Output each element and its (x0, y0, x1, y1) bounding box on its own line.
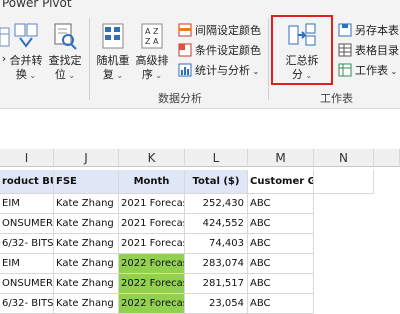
svg-text:A Z: A Z (145, 27, 159, 36)
column-header-l[interactable]: L (185, 149, 248, 167)
table-cell-highlighted[interactable]: 2022 Forecast (119, 274, 185, 294)
column-header-i[interactable]: I (0, 149, 54, 167)
stats-analysis-button[interactable]: 统计与分析 ⌄ (178, 62, 259, 80)
table-cell-highlighted[interactable]: 2022 Forecast (119, 254, 185, 274)
table-cell[interactable]: ABC (248, 194, 314, 214)
ribbon: Power Pivot › 合并转 换 ⌄ 查找定 位 ⌄ 随机重 复 ⌄ A … (0, 0, 400, 109)
grid-condition-icon (178, 43, 192, 57)
table-cell[interactable]: ABC (248, 274, 314, 294)
table-directory-button[interactable]: 表格目录 (338, 42, 399, 60)
table-cell[interactable]: ONSUMER M (0, 274, 54, 294)
table-cell[interactable]: Kate Zhang (54, 214, 119, 234)
table-cell[interactable]: EIM (0, 254, 54, 274)
chevron-down-icon: ⌄ (65, 71, 76, 80)
table-cell[interactable]: Kate Zhang (54, 194, 119, 214)
table-cell[interactable]: 252,430 (185, 194, 248, 214)
find-locate-icon (54, 23, 77, 50)
table-cell[interactable]: 283,074 (185, 254, 248, 274)
chevron-down-icon: ⌄ (113, 71, 124, 80)
header-cell-customer-group[interactable]: Customer Group (248, 170, 314, 194)
chevron-down-icon: ⌄ (152, 71, 163, 80)
group-label-data-analysis: 数据分析 (158, 92, 202, 105)
chevron-down-icon: ⌄ (388, 67, 398, 76)
table-cell[interactable]: ABC (248, 214, 314, 234)
stats-icon (178, 63, 192, 77)
merge-convert-button[interactable]: 合并转 换 ⌄ (8, 22, 44, 83)
highlight-box (271, 15, 333, 85)
menu-tab-power-pivot[interactable]: Power Pivot (2, 0, 72, 10)
column-header-j[interactable]: J (54, 149, 119, 167)
table-cell[interactable]: 2021 Forecast (119, 214, 185, 234)
table-cell[interactable]: ABC (248, 254, 314, 274)
table-cell[interactable]: ABC (248, 234, 314, 254)
table-cell[interactable]: 281,517 (185, 274, 248, 294)
column-header-extra (374, 149, 400, 167)
merge-convert-icon (14, 23, 38, 48)
column-header-k[interactable]: K (119, 149, 185, 167)
save-sheet-icon (338, 23, 352, 37)
condition-color-button[interactable]: 条件设定颜色 (178, 42, 261, 60)
table-directory-icon (338, 43, 352, 57)
group-label-worksheet: 工作表 (320, 92, 353, 105)
table-cell-highlighted[interactable]: 2022 Forecast (119, 294, 185, 314)
table-cell[interactable]: Kate Zhang (54, 294, 119, 314)
save-sheet-button[interactable]: 另存本表 (338, 22, 399, 40)
header-cell-fse[interactable]: FSE (54, 170, 119, 194)
table-cell[interactable]: 424,552 (185, 214, 248, 234)
sort-az-icon: A Z Z A (141, 23, 163, 49)
table-cell[interactable]: EIM (0, 194, 54, 214)
header-cell-total[interactable]: Total ($) (185, 170, 248, 194)
table-cell[interactable]: ONSUMER M (0, 214, 54, 234)
worksheet-icon (338, 63, 352, 77)
svg-text:Z A: Z A (145, 37, 159, 46)
table-cell[interactable]: Kate Zhang (54, 254, 119, 274)
chevron-down-icon: ⌄ (26, 71, 37, 80)
empty-cell[interactable] (314, 170, 374, 194)
table-cell[interactable]: Kate Zhang (54, 234, 119, 254)
partial-button-label: › (1, 52, 7, 65)
table-cell[interactable]: ABC (248, 294, 314, 314)
table-cell[interactable]: 6/32- BITS M (0, 234, 54, 254)
formula-area (0, 109, 400, 149)
find-locate-button[interactable]: 查找定 位 ⌄ (46, 22, 84, 83)
chevron-down-icon: ⌄ (250, 67, 260, 76)
group-separator (89, 18, 90, 100)
random-repeat-icon (102, 23, 124, 49)
table-cell[interactable]: 74,403 (185, 234, 248, 254)
table-cell[interactable]: 6/32- BITS M (0, 294, 54, 314)
worksheet-button[interactable]: 工作表 ⌄ (338, 62, 397, 80)
column-header-n[interactable]: N (314, 149, 374, 167)
table-cell[interactable]: 23,054 (185, 294, 248, 314)
table-cell[interactable]: 2021 Forecast (119, 234, 185, 254)
interval-color-button[interactable]: 间隔设定颜色 (178, 22, 261, 40)
table-cell[interactable]: Kate Zhang (54, 274, 119, 294)
table-cell[interactable]: 2021 Forecast (119, 194, 185, 214)
random-repeat-button[interactable]: 随机重 复 ⌄ (94, 22, 132, 83)
group-separator (268, 18, 269, 100)
header-cell-product-bu[interactable]: roduct BU (0, 170, 54, 194)
advanced-sort-button[interactable]: A Z Z A 高级排 序 ⌄ (133, 22, 171, 83)
header-cell-month[interactable]: Month (119, 170, 185, 194)
column-header-m[interactable]: M (248, 149, 314, 167)
grid-color-icon (178, 23, 192, 37)
